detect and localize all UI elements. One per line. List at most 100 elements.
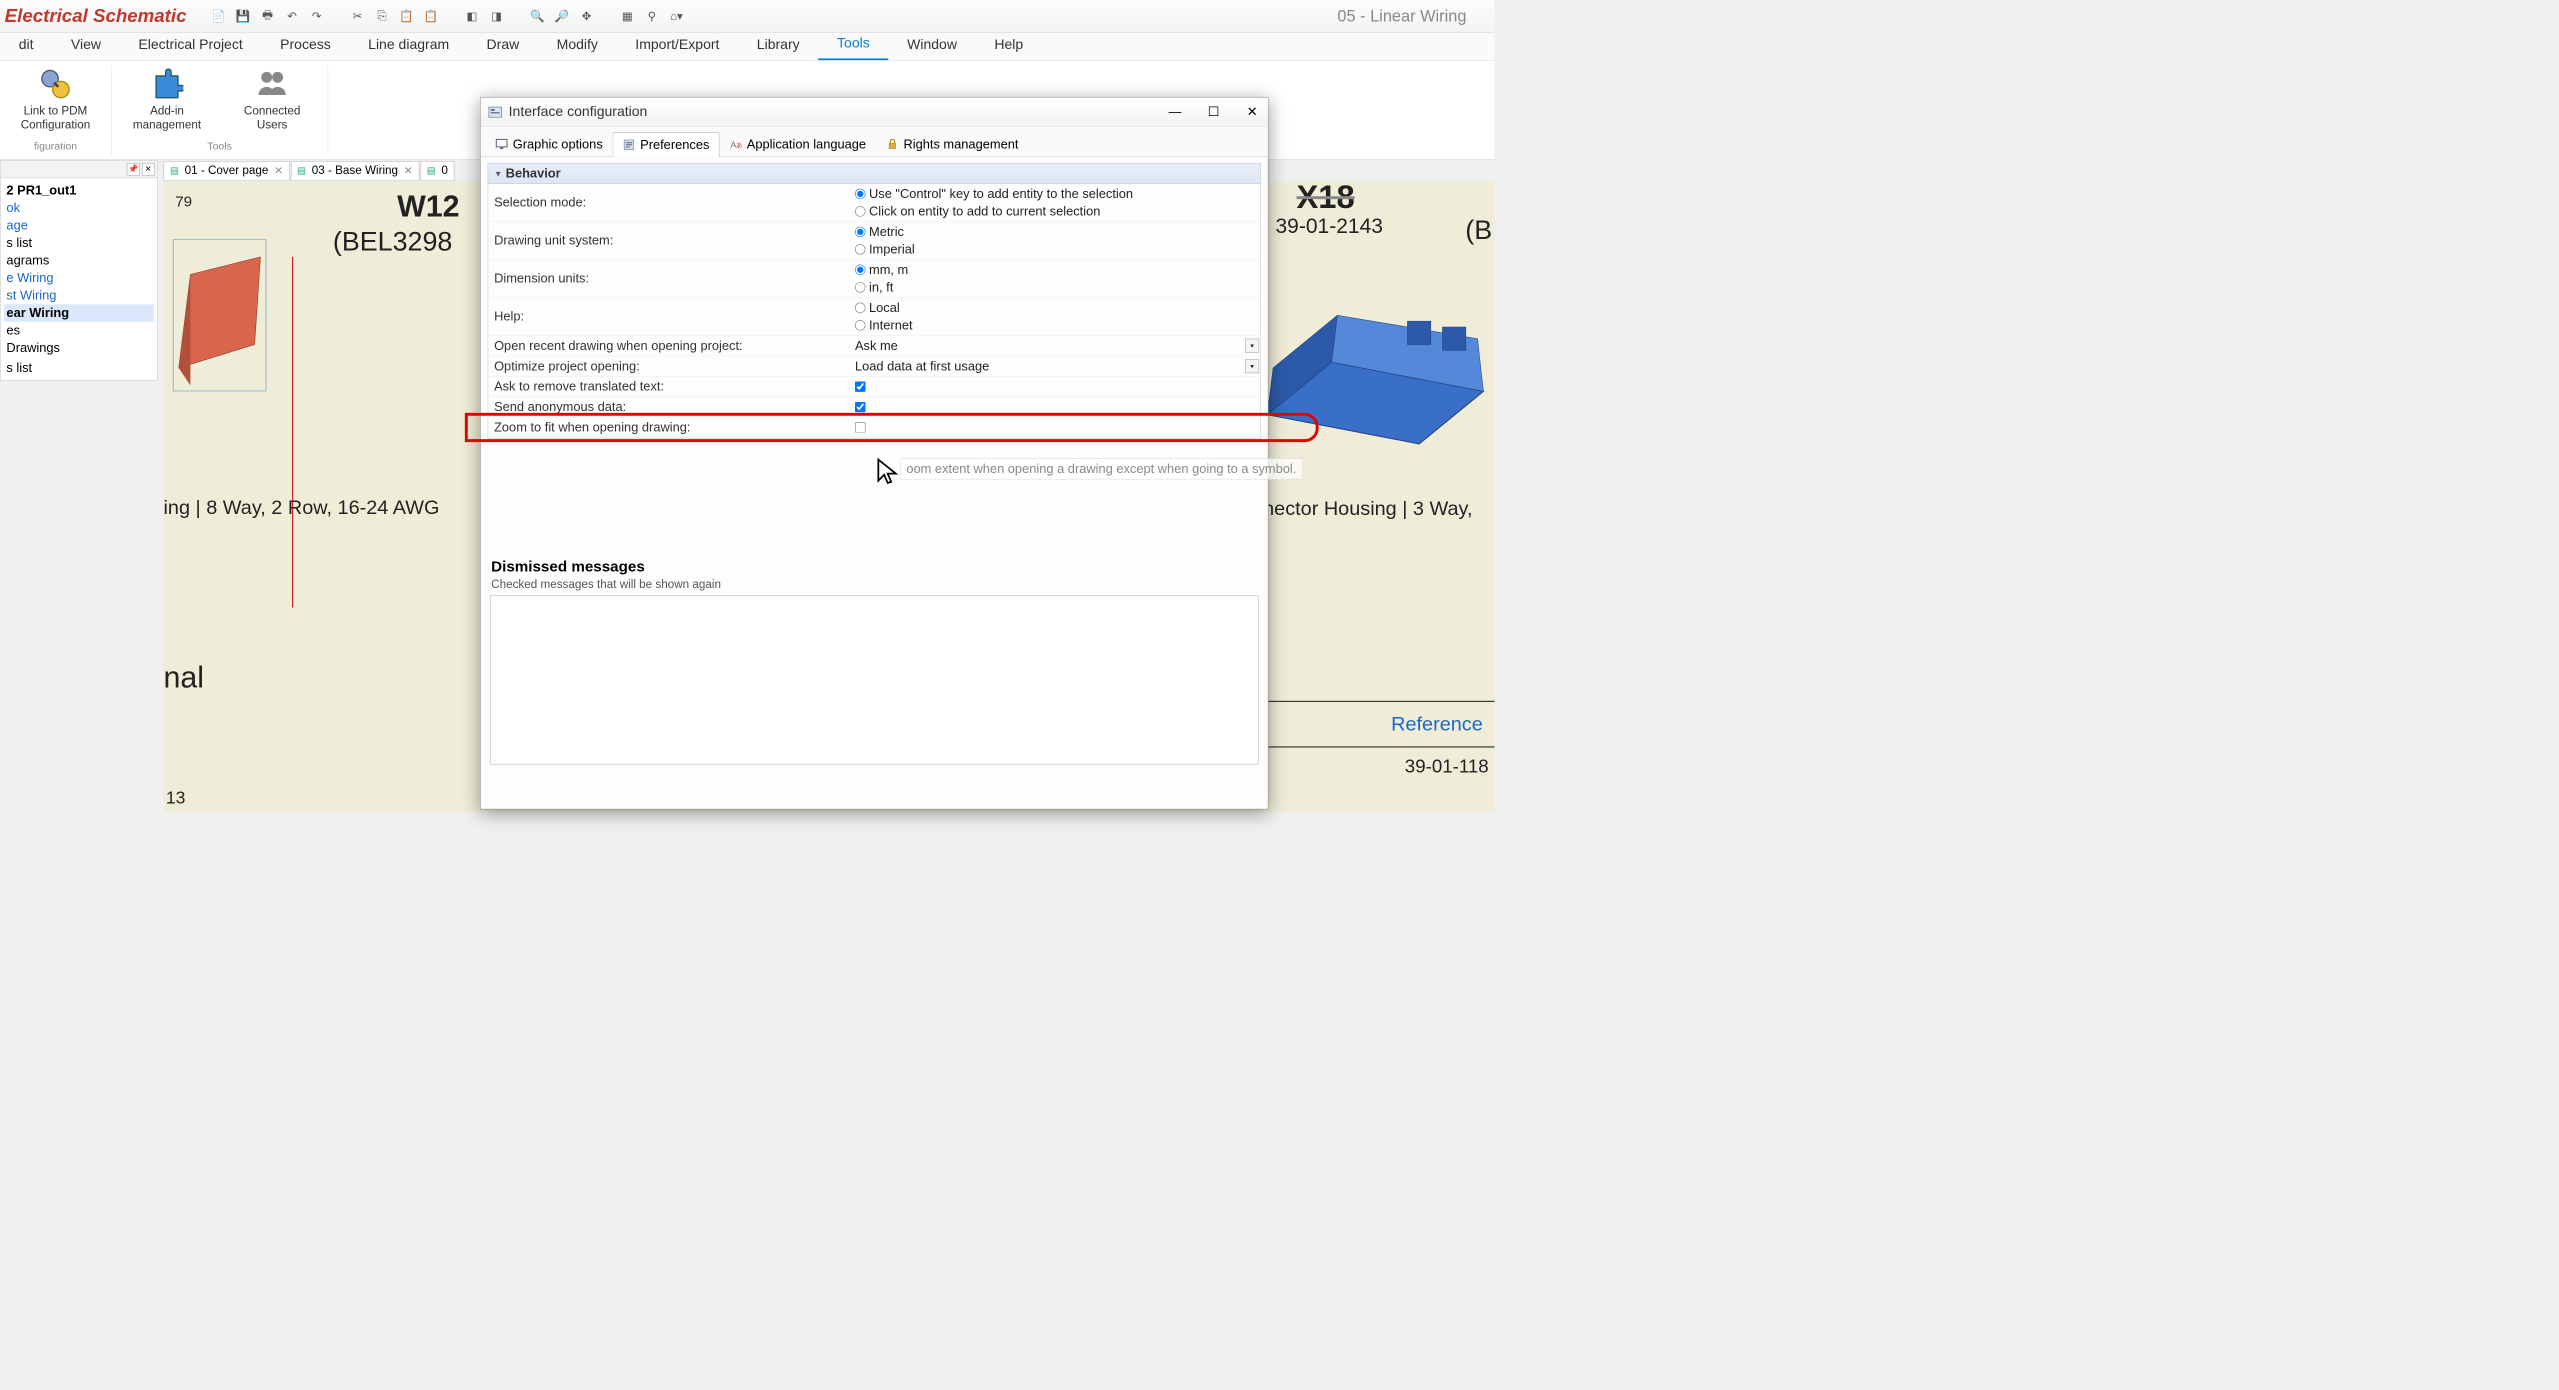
reference-header[interactable]: Reference xyxy=(1391,713,1483,736)
tab-preferences[interactable]: Preferences xyxy=(613,132,720,157)
canvas-text: X18 xyxy=(1296,178,1354,216)
close-icon[interactable]: ✕ xyxy=(1243,104,1261,119)
sheet-prev-icon[interactable]: ◧ xyxy=(463,7,481,25)
tree-item[interactable]: es xyxy=(4,322,154,340)
menu-import-export[interactable]: Import/Export xyxy=(617,31,738,60)
menu-draw[interactable]: Draw xyxy=(468,31,538,60)
monitor-icon xyxy=(495,138,508,151)
project-tree[interactable]: 2 PR1_out1 ok age s list agrams e Wiring… xyxy=(1,178,158,380)
document-tab[interactable]: ▤ 03 - Base Wiring ✕ xyxy=(291,161,420,180)
dialog-body: ▼ Behavior Selection mode: Use "Control"… xyxy=(481,157,1268,770)
link-pdm-button[interactable]: Link to PDM Configuration xyxy=(12,68,100,132)
sheet-icon: ▤ xyxy=(170,165,179,177)
canvas-text: nnector Housing | 3 Way, xyxy=(1252,498,1472,521)
menu-line-diagram[interactable]: Line diagram xyxy=(349,31,467,60)
tree-item[interactable]: ok xyxy=(4,199,154,217)
dismissed-messages-sub: Checked messages that will be shown agai… xyxy=(488,578,1261,595)
pin-icon[interactable]: 📌 xyxy=(127,163,140,176)
tree-item[interactable]: agrams xyxy=(4,252,154,270)
dropdown-icon[interactable]: ▾ xyxy=(1245,359,1259,373)
tree-item[interactable]: e Wiring xyxy=(4,269,154,287)
search-icon[interactable]: ⚲ xyxy=(643,7,661,25)
checkbox-send-anonymous[interactable] xyxy=(855,402,866,413)
paste-special-icon[interactable]: 📋 xyxy=(422,7,440,25)
copy-icon[interactable]: ⎘ xyxy=(373,7,391,25)
sheet-next-icon[interactable]: ◨ xyxy=(488,7,506,25)
tab-application-language[interactable]: Aあ Application language xyxy=(719,131,876,156)
property-grid: Selection mode: Use "Control" key to add… xyxy=(488,184,1261,439)
document-tab[interactable]: ▤ 01 - Cover page ✕ xyxy=(164,161,290,180)
dismissed-messages-list[interactable] xyxy=(490,595,1259,764)
undo-icon[interactable]: ↶ xyxy=(283,7,301,25)
interface-config-dialog: Interface configuration — ☐ ✕ Graphic op… xyxy=(480,97,1268,809)
redo-icon[interactable]: ↷ xyxy=(308,7,326,25)
document-tab[interactable]: ▤ 0 xyxy=(420,161,454,180)
menu-window[interactable]: Window xyxy=(888,31,975,60)
radio-internet[interactable]: Internet xyxy=(855,317,1256,335)
tree-item[interactable]: s list xyxy=(4,359,154,377)
cut-icon[interactable]: ✂ xyxy=(349,7,367,25)
tree-item[interactable]: s list xyxy=(4,234,154,252)
zoom-in-icon[interactable]: 🔍 xyxy=(529,7,547,25)
checkbox-zoom-fit[interactable] xyxy=(855,422,866,433)
side-panel: 📌 ✕ 2 PR1_out1 ok age s list agrams e Wi… xyxy=(0,160,158,381)
menu-help[interactable]: Help xyxy=(976,31,1042,60)
print-icon[interactable]: 🖶 xyxy=(259,7,277,25)
radio-mm[interactable]: mm, m xyxy=(855,261,1256,279)
radio-imperial[interactable]: Imperial xyxy=(855,241,1256,259)
minimize-icon[interactable]: — xyxy=(1166,104,1184,119)
save-icon[interactable]: 💾 xyxy=(234,7,252,25)
dismissed-messages-header: Dismissed messages xyxy=(488,555,1261,578)
menu-view[interactable]: View xyxy=(52,31,120,60)
radio-click-entity[interactable]: Click on entity to add to current select… xyxy=(855,203,1256,221)
home-icon[interactable]: ⌂▾ xyxy=(668,7,686,25)
connected-users-button[interactable]: Connected Users xyxy=(228,68,316,132)
tree-item[interactable]: age xyxy=(4,217,154,235)
tree-item[interactable]: Drawings xyxy=(4,339,154,357)
zoom-fit-icon[interactable]: ✥ xyxy=(578,7,596,25)
tab-label: 01 - Cover page xyxy=(185,164,269,177)
radio-use-control[interactable]: Use "Control" key to add entity to the s… xyxy=(855,185,1256,203)
title-bar: Electrical Schematic 📄 💾 🖶 ↶ ↷ ✂ ⎘ 📋 📋 ◧… xyxy=(0,0,1494,33)
menu-tools[interactable]: Tools xyxy=(818,29,888,60)
radio-local[interactable]: Local xyxy=(855,299,1256,317)
label-optimize: Optimize project opening: xyxy=(488,356,850,376)
radio-inft[interactable]: in, ft xyxy=(855,279,1256,297)
menu-modify[interactable]: Modify xyxy=(538,31,617,60)
puzzle-icon xyxy=(151,68,184,101)
radio-metric[interactable]: Metric xyxy=(855,223,1256,241)
canvas-text: (BEL3298 xyxy=(333,225,452,257)
close-tab-icon[interactable]: ✕ xyxy=(404,164,413,176)
canvas-text: nal xyxy=(164,660,205,695)
grid-icon[interactable]: ▦ xyxy=(619,7,637,25)
tree-item[interactable]: 2 PR1_out1 xyxy=(4,182,154,200)
maximize-icon[interactable]: ☐ xyxy=(1205,104,1223,119)
menu-edit[interactable]: dit xyxy=(0,31,52,60)
menu-process[interactable]: Process xyxy=(261,31,349,60)
dropdown-icon[interactable]: ▾ xyxy=(1245,339,1259,353)
canvas-right-pane: X18 39-01-2143 (B nnector Housing | 3 Wa… xyxy=(1249,181,1494,812)
collapse-icon[interactable]: ▼ xyxy=(494,169,502,178)
paste-icon[interactable]: 📋 xyxy=(398,7,416,25)
new-icon[interactable]: 📄 xyxy=(210,7,228,25)
addin-management-button[interactable]: Add-in management xyxy=(123,68,211,132)
menu-library[interactable]: Library xyxy=(738,31,818,60)
canvas-text: 39-01-2143 xyxy=(1275,214,1383,239)
label-zoom-fit: Zoom to fit when opening drawing: xyxy=(488,418,850,438)
sheet-icon: ▤ xyxy=(297,165,306,177)
tree-item-selected[interactable]: ear Wiring xyxy=(4,304,154,322)
zoom-out-icon[interactable]: 🔎 xyxy=(553,7,571,25)
section-behavior[interactable]: ▼ Behavior xyxy=(488,163,1261,184)
tree-item[interactable]: st Wiring xyxy=(4,287,154,305)
value-open-recent[interactable]: Ask me xyxy=(855,338,1256,353)
menu-electrical-project[interactable]: Electrical Project xyxy=(120,31,262,60)
dialog-titlebar[interactable]: Interface configuration — ☐ ✕ xyxy=(481,98,1268,127)
tab-rights-management[interactable]: Rights management xyxy=(876,131,1028,156)
close-panel-icon[interactable]: ✕ xyxy=(142,163,155,176)
checkbox-ask-translated[interactable] xyxy=(855,381,866,392)
label-send-anonymous: Send anonymous data: xyxy=(488,397,850,417)
value-optimize[interactable]: Load data at first usage xyxy=(855,359,1256,374)
close-tab-icon[interactable]: ✕ xyxy=(274,164,283,176)
label-ask-translated: Ask to remove translated text: xyxy=(488,377,850,397)
tab-graphic-options[interactable]: Graphic options xyxy=(485,131,612,156)
